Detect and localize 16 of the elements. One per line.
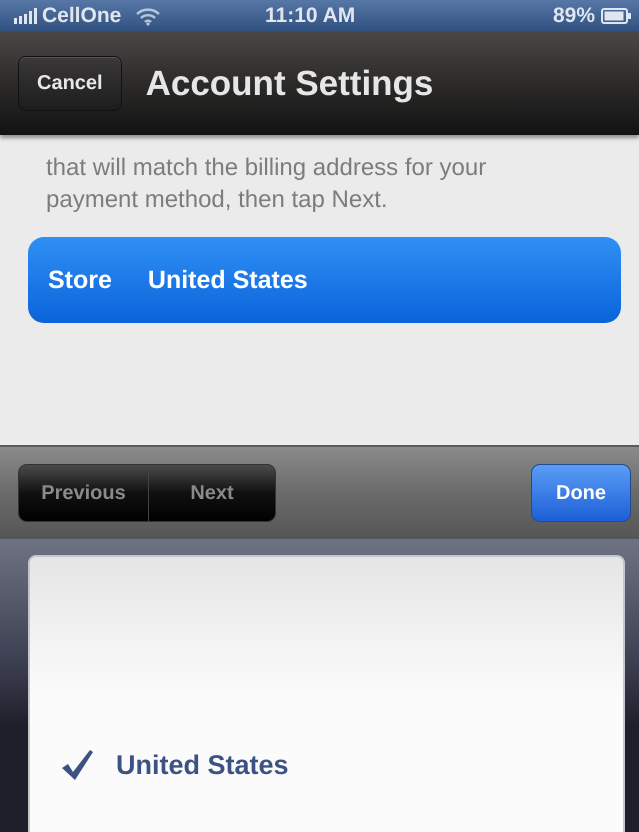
instruction-text: that will match the billing address for your payment method, then tap Next. [46, 153, 488, 215]
done-button[interactable]: Done [531, 464, 631, 522]
country-name: United States [116, 750, 289, 780]
store-value: United States [148, 266, 308, 294]
battery-icon [601, 8, 631, 24]
signal-icon [14, 8, 37, 24]
store-cell[interactable]: Store United States [28, 237, 621, 323]
country-picker[interactable]: United States [28, 555, 625, 832]
checkmark-icon [60, 748, 94, 782]
wifi-icon [135, 6, 162, 26]
store-label: Store [48, 266, 112, 294]
status-time: 11:10 AM [265, 4, 356, 28]
carrier-name: CellOne [42, 4, 122, 28]
cancel-button[interactable]: Cancel [18, 56, 122, 111]
screen-title: Account Settings [146, 64, 434, 104]
battery-percentage: 89% [552, 4, 595, 28]
